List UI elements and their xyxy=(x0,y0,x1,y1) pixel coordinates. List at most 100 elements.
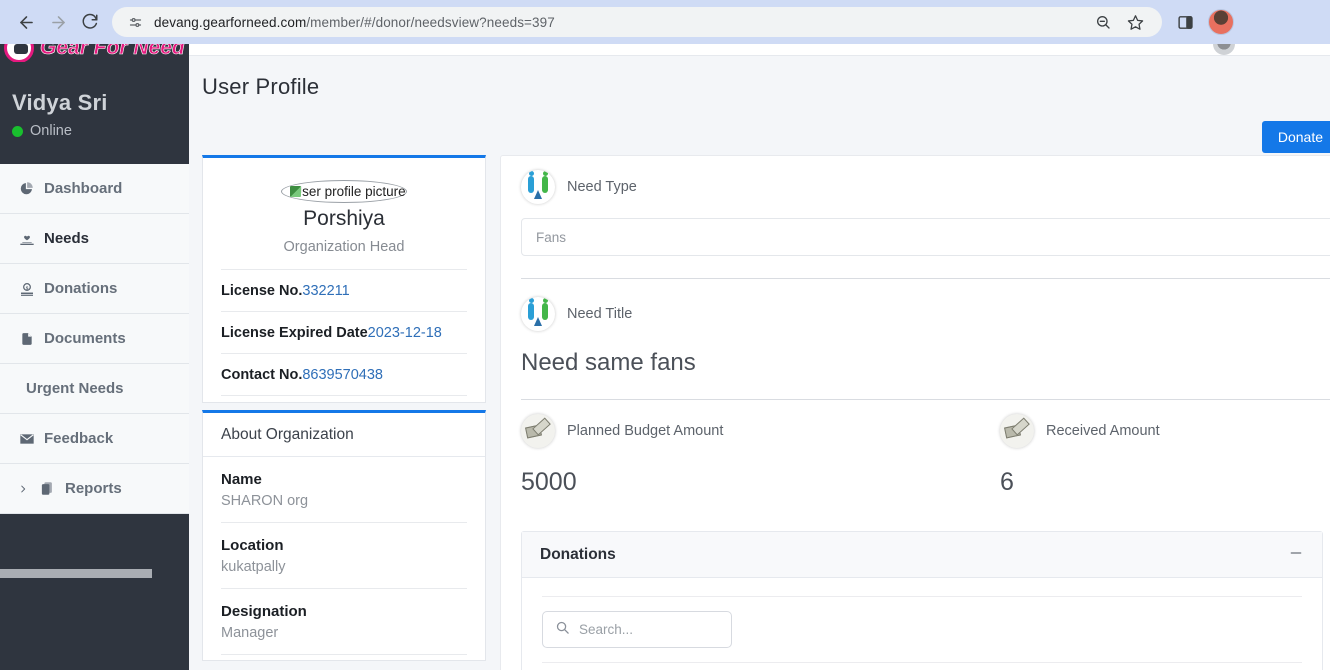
sidebar-item-feedback[interactable]: Feedback xyxy=(0,414,189,464)
received-amount-value: 6 xyxy=(1000,468,1014,496)
address-bar[interactable]: devang.gearforneed.com/member/#/donor/ne… xyxy=(112,7,1162,37)
planned-budget-label: Planned Budget Amount xyxy=(567,423,724,439)
url-path: /member/#/donor/needsview?needs=397 xyxy=(306,14,555,30)
column-header-amount[interactable]: Amount xyxy=(1112,663,1302,670)
scrollbar-thumb[interactable] xyxy=(0,569,152,578)
forward-arrow-icon[interactable] xyxy=(42,6,74,38)
need-title-value: Need same fans xyxy=(521,349,696,376)
profile-field-license-no: License No.332211 xyxy=(221,269,467,311)
need-type-header: Need Type xyxy=(521,170,1330,204)
sidebar-user-block: Vidya Sri Online xyxy=(0,72,189,153)
donations-panel-header[interactable]: Donations xyxy=(522,532,1322,578)
sidebar: Gear For Need Vidya Sri Online Dashboard… xyxy=(0,44,189,670)
organization-logo-icon xyxy=(521,297,555,331)
profile-field-license-expired-date: License Expired Date2023-12-18 xyxy=(221,311,467,353)
planned-budget-amount-block: Planned Budget Amount 5000 xyxy=(521,414,1000,497)
pie-chart-icon xyxy=(18,181,35,196)
star-icon[interactable] xyxy=(1120,7,1150,37)
received-amount-header: Received Amount xyxy=(1000,414,1330,448)
field-label: Contact No. xyxy=(221,367,303,383)
planned-budget-value: 5000 xyxy=(521,468,577,496)
sidebar-nav: Dashboard Needs $ Donations Documents Ur… xyxy=(0,163,189,514)
money-icon xyxy=(1000,414,1034,448)
received-amount-label: Received Amount xyxy=(1046,423,1160,439)
about-value: SHARON org xyxy=(221,493,309,509)
profile-card: User profile picture Porshiya Organizati… xyxy=(202,155,486,403)
avatar: User profile picture xyxy=(281,180,407,203)
back-arrow-icon[interactable] xyxy=(10,6,42,38)
about-row-designation: Designation Manager xyxy=(221,588,467,654)
column-header-donor-name[interactable]: Donor Name xyxy=(637,663,867,670)
need-type-input[interactable] xyxy=(521,218,1330,256)
planned-budget-header: Planned Budget Amount xyxy=(521,414,1000,448)
donation-box-icon: $ xyxy=(18,281,35,297)
field-label: License Expired Date xyxy=(221,325,368,341)
page-title: User Profile xyxy=(202,74,320,99)
search-icon xyxy=(555,620,570,640)
page-viewport: Gear For Need Vidya Sri Online Dashboard… xyxy=(0,44,1330,670)
site-settings-icon[interactable] xyxy=(124,11,146,33)
topbar-user-avatar[interactable] xyxy=(1213,44,1235,55)
sidebar-item-label: Feedback xyxy=(44,430,114,447)
table-header-row: S.No Donor Name Date Amount xyxy=(542,663,1302,670)
zoom-out-icon[interactable] xyxy=(1088,7,1118,37)
sidebar-item-label: Needs xyxy=(44,230,90,247)
column-header-date[interactable]: Date xyxy=(867,663,1112,670)
sidebar-horizontal-scrollbar[interactable] xyxy=(0,569,189,578)
money-icon xyxy=(521,414,555,448)
section-divider xyxy=(521,278,1330,279)
sidebar-item-reports[interactable]: Reports xyxy=(0,464,189,514)
chevron-right-icon xyxy=(18,483,30,495)
donations-table-wrap: S.No Donor Name Date Amount xyxy=(542,596,1302,670)
profile-card-bottom-divider xyxy=(221,395,467,396)
envelope-icon xyxy=(18,431,35,447)
search-input[interactable] xyxy=(579,622,719,637)
field-label: License No. xyxy=(221,283,303,299)
hand-heart-icon xyxy=(18,231,35,247)
url-host: devang.gearforneed.com xyxy=(154,14,307,30)
sidebar-item-donations[interactable]: $ Donations xyxy=(0,264,189,314)
about-organization-body: Name SHARON org Location kukatpally Desi… xyxy=(203,457,485,660)
need-detail-panel: Need Type Need Title Need same fans Pla xyxy=(500,155,1330,670)
brand-logo[interactable]: Gear For Need xyxy=(0,44,189,62)
profile-role: Organization Head xyxy=(283,239,405,255)
sidebar-item-urgent-needs[interactable]: Urgent Needs xyxy=(0,364,189,414)
sidebar-user-name: Vidya Sri xyxy=(12,90,108,115)
about-label: Name xyxy=(221,471,262,488)
sidebar-item-needs[interactable]: Needs xyxy=(0,214,189,264)
about-label: Designation xyxy=(221,603,307,620)
minus-icon[interactable] xyxy=(1288,545,1304,564)
side-panel-icon[interactable] xyxy=(1170,7,1200,37)
donate-button[interactable]: Donate xyxy=(1261,121,1330,153)
about-organization-card: About Organization Name SHARON org Locat… xyxy=(202,410,486,661)
donations-table: S.No Donor Name Date Amount xyxy=(542,662,1302,670)
about-label: Location xyxy=(221,537,284,554)
field-value: 2023-12-18 xyxy=(367,325,442,341)
reload-icon[interactable] xyxy=(74,6,106,38)
document-icon xyxy=(18,331,35,347)
browser-profile-avatar[interactable] xyxy=(1208,9,1234,35)
browser-toolbar: devang.gearforneed.com/member/#/donor/ne… xyxy=(0,0,1330,44)
sidebar-item-dashboard[interactable]: Dashboard xyxy=(0,164,189,214)
about-organization-title: About Organization xyxy=(203,413,485,457)
svg-text:$: $ xyxy=(25,285,28,290)
search-input-wrapper[interactable] xyxy=(542,611,732,648)
sidebar-item-label: Dashboard xyxy=(44,180,123,197)
amounts-row: Planned Budget Amount 5000 Received Amou… xyxy=(521,399,1330,497)
url-text: devang.gearforneed.com/member/#/donor/ne… xyxy=(154,15,555,30)
brand-text: Gear For Need xyxy=(40,44,185,59)
need-type-label: Need Type xyxy=(567,179,637,195)
about-value: Manager xyxy=(221,625,279,641)
sidebar-item-documents[interactable]: Documents xyxy=(0,314,189,364)
column-header-sno[interactable]: S.No xyxy=(542,663,637,670)
online-status-dot-icon xyxy=(12,125,23,137)
profile-image-alt-text: User profile picture xyxy=(292,184,406,199)
field-value: 332211 xyxy=(302,283,350,299)
sidebar-user-status: Online xyxy=(12,123,177,139)
brand-mark-icon xyxy=(4,44,34,62)
received-amount-block: Received Amount 6 xyxy=(1000,414,1330,497)
need-title-header: Need Title xyxy=(521,297,1330,331)
donations-panel-body: S.No Donor Name Date Amount xyxy=(522,578,1322,670)
sidebar-item-label: Donations xyxy=(44,280,118,297)
need-title-label: Need Title xyxy=(567,306,633,322)
